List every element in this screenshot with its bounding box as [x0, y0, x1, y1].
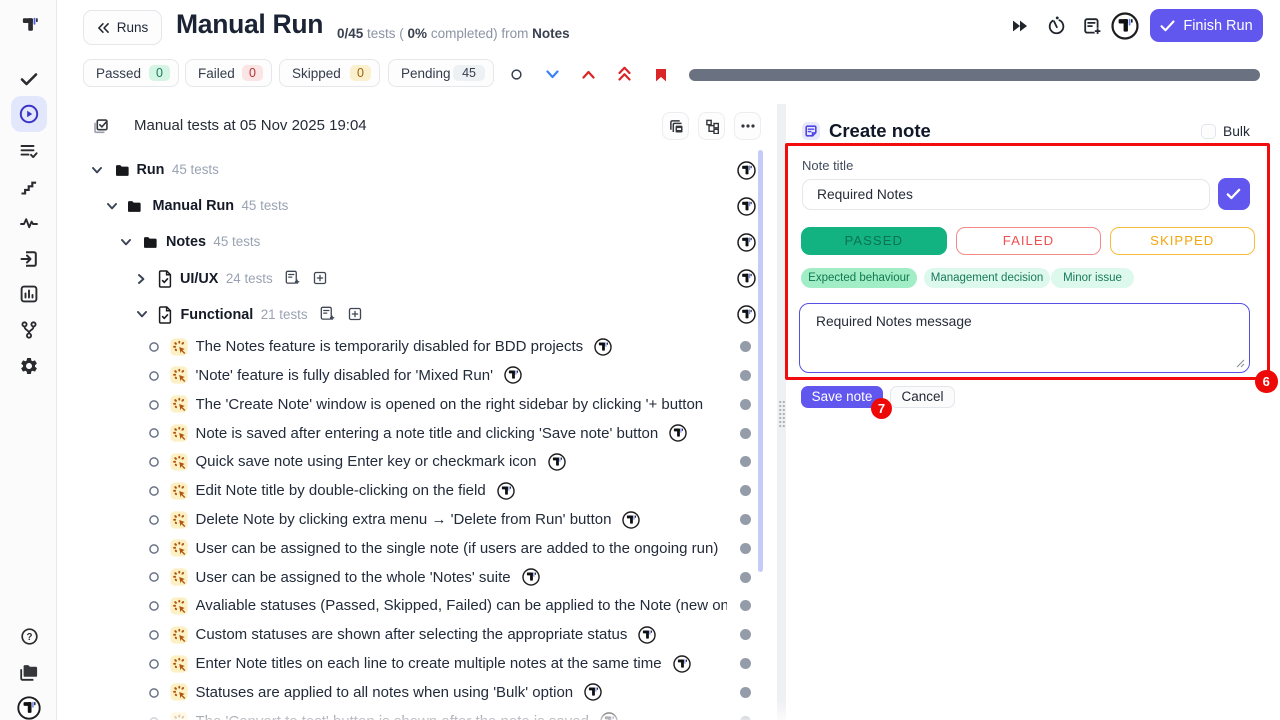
- svg-text:?: ?: [27, 632, 33, 643]
